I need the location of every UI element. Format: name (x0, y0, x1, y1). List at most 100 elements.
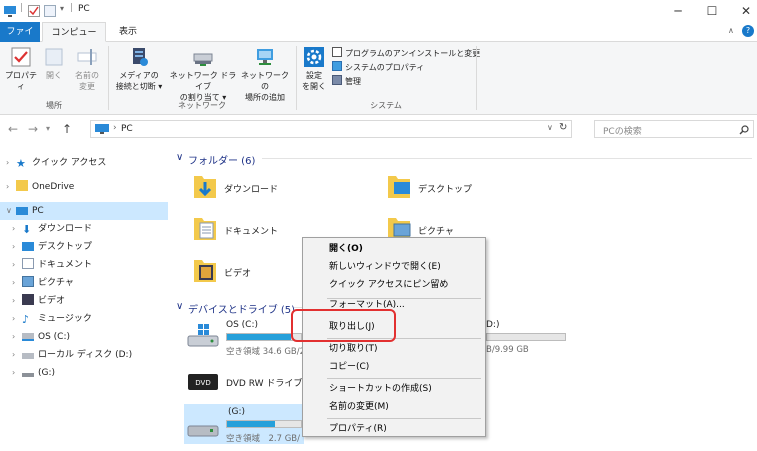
chevron-right-icon: › (12, 350, 16, 359)
system-properties-button[interactable]: システムのプロパティ (332, 61, 424, 73)
chevron-right-icon: › (12, 278, 16, 287)
nav-videos[interactable]: › ビデオ (12, 292, 65, 310)
folders-toggle-icon[interactable]: ∨ (176, 152, 183, 163)
uninstall-program-button[interactable]: プログラムのアンインストールと変更 (332, 47, 480, 59)
menu-copy[interactable]: コピー(C) (303, 358, 485, 376)
nav-g-label: (G:) (38, 368, 56, 378)
minimize-button[interactable]: ─ (660, 0, 696, 22)
nav-music[interactable]: › ♪ ミュージック (12, 310, 92, 328)
film-icon (22, 294, 34, 305)
nav-onedrive[interactable]: › OneDrive (6, 178, 74, 196)
menu-cut[interactable]: 切り取り(T) (303, 340, 485, 358)
search-box[interactable]: PCの検索 (594, 120, 754, 138)
group-separator (296, 46, 297, 110)
chevron-right-icon: › (6, 182, 10, 191)
close-button[interactable]: ✕ (728, 0, 757, 22)
menu-create-shortcut[interactable]: ショートカットの作成(S) (303, 380, 485, 398)
menu-open[interactable]: 開く(O) (303, 240, 485, 258)
annotation-highlight-box (291, 309, 396, 342)
media-label-1: メディアの (119, 71, 159, 80)
search-input[interactable]: PCの検索 (603, 124, 642, 137)
chevron-right-icon: › (12, 296, 16, 305)
nav-downloads[interactable]: › ⬇ ダウンロード (12, 220, 92, 238)
chevron-right-icon: › (12, 314, 16, 323)
up-arrow-icon[interactable]: ↑ (62, 122, 72, 136)
maximize-button[interactable]: ☐ (694, 0, 730, 22)
navigation-pane: › ★ クイック アクセス › OneDrive ∨ PC › ⬇ ダウンロード › デスクト… (0, 150, 168, 451)
drive-dvd-e[interactable]: DVD DVD RW ドライブ (E: (186, 368, 317, 398)
map-network-drive-button[interactable]: ネットワーク ドライブ の割り当て ▾ (168, 46, 238, 103)
media-connect-button[interactable]: メディアの 接続と切断 ▾ (112, 46, 166, 92)
nav-desktop[interactable]: › デスクトップ (12, 238, 92, 256)
usb-drive-icon (22, 373, 34, 377)
nav-os-drive[interactable]: › OS (C:) (12, 328, 70, 346)
nav-g-drive[interactable]: › (G:) (12, 364, 55, 382)
gear-icon (304, 47, 324, 67)
drive-g[interactable]: (G:) 空き領域 2.7 GB/ (184, 404, 304, 444)
folder-pictures-label: ピクチャ (418, 227, 454, 237)
videos-folder-icon (194, 260, 216, 282)
drive-g-usage-fill (227, 421, 276, 427)
nav-pictures[interactable]: › ピクチャ (12, 274, 74, 292)
hard-drive-icon (22, 353, 34, 359)
drives-section-header[interactable]: デバイスとドライブ (5) (188, 301, 295, 316)
breadcrumb-pc[interactable]: PC (121, 124, 133, 134)
drive-os-c[interactable]: OS (C:) 空き領域 34.6 GB/2 (186, 318, 305, 358)
folder-documents-label: ドキュメント (224, 227, 279, 237)
menu-pin-quick-access[interactable]: クイック アクセスにピン留め (303, 276, 485, 294)
media-server-icon (133, 48, 148, 66)
help-icon[interactable]: ? (742, 25, 754, 37)
settings-label-1: 設定 (306, 71, 322, 80)
drive-d[interactable]: D:) B/9.99 GB (486, 318, 576, 358)
manage-button[interactable]: 管理 (332, 75, 361, 87)
tab-view[interactable]: 表示 (110, 22, 146, 42)
back-arrow-icon[interactable]: ← (8, 122, 18, 136)
drives-toggle-icon[interactable]: ∨ (176, 301, 183, 312)
properties-icon[interactable] (28, 5, 40, 17)
qa-dropdown-icon[interactable]: ▾ (60, 4, 64, 13)
menu-rename[interactable]: 名前の変更(M) (303, 398, 485, 416)
drive-g-usage-bar (226, 420, 302, 428)
section-divider (294, 307, 302, 308)
menu-open-new-window[interactable]: 新しいウィンドウで開く(E) (303, 258, 485, 276)
nav-quick-access[interactable]: › ★ クイック アクセス (6, 154, 106, 172)
group-network-label: ネットワーク (178, 101, 226, 110)
folder-desktop-label: デスクトップ (418, 185, 473, 195)
menu-properties[interactable]: プロパティ(R) (303, 420, 485, 438)
nav-pc[interactable]: ∨ PC (0, 202, 168, 220)
nav-documents[interactable]: › ドキュメント (12, 256, 92, 274)
open-label: 開く (46, 71, 62, 80)
new-folder-icon[interactable] (44, 5, 56, 17)
search-icon[interactable] (739, 125, 749, 135)
star-icon: ★ (16, 157, 26, 170)
nav-downloads-label: ダウンロード (38, 224, 93, 234)
add-network-location-button[interactable]: ネットワークの 場所の追加 (240, 46, 290, 103)
map-drive-label-1: ネットワーク ドライブ (169, 71, 237, 91)
refresh-icon[interactable]: ↻ (559, 122, 567, 133)
properties-check-icon (11, 47, 31, 67)
open-settings-button[interactable]: 設定 を開く (300, 46, 328, 92)
chevron-right-icon: › (12, 260, 16, 269)
chevron-right-icon: › (12, 332, 16, 341)
group-location-label: 場所 (46, 101, 62, 110)
manage-label: 管理 (345, 77, 361, 86)
network-location-icon (257, 49, 273, 65)
address-dropdown-icon[interactable]: ∨ (547, 123, 553, 132)
folder-downloads[interactable]: ダウンロード (192, 172, 352, 208)
nav-local-disk[interactable]: › ローカル ディスク (D:) (12, 346, 132, 364)
folder-desktop[interactable]: デスクトップ (386, 172, 546, 208)
rename-button[interactable]: 名前の 変更 (70, 46, 104, 92)
tab-file[interactable]: ファイル (0, 22, 40, 57)
picture-icon (22, 276, 34, 287)
drive-d-free: B/9.99 GB (486, 345, 529, 355)
address-bar[interactable]: › PC ∨ ↻ (90, 120, 572, 138)
chevron-down-icon: ∨ (6, 206, 12, 215)
recent-locations-icon[interactable]: ▾ (46, 124, 50, 133)
tab-computer[interactable]: コンピューター (42, 22, 106, 58)
folders-section-header[interactable]: フォルダー (6) (188, 152, 255, 167)
ribbon-collapse-icon[interactable]: ∧ (728, 26, 734, 35)
properties-button[interactable]: プロパティ (4, 46, 38, 92)
open-button[interactable]: 開く (42, 46, 66, 81)
forward-arrow-icon[interactable]: → (28, 122, 38, 136)
folder-videos[interactable]: ビデオ (192, 256, 292, 292)
